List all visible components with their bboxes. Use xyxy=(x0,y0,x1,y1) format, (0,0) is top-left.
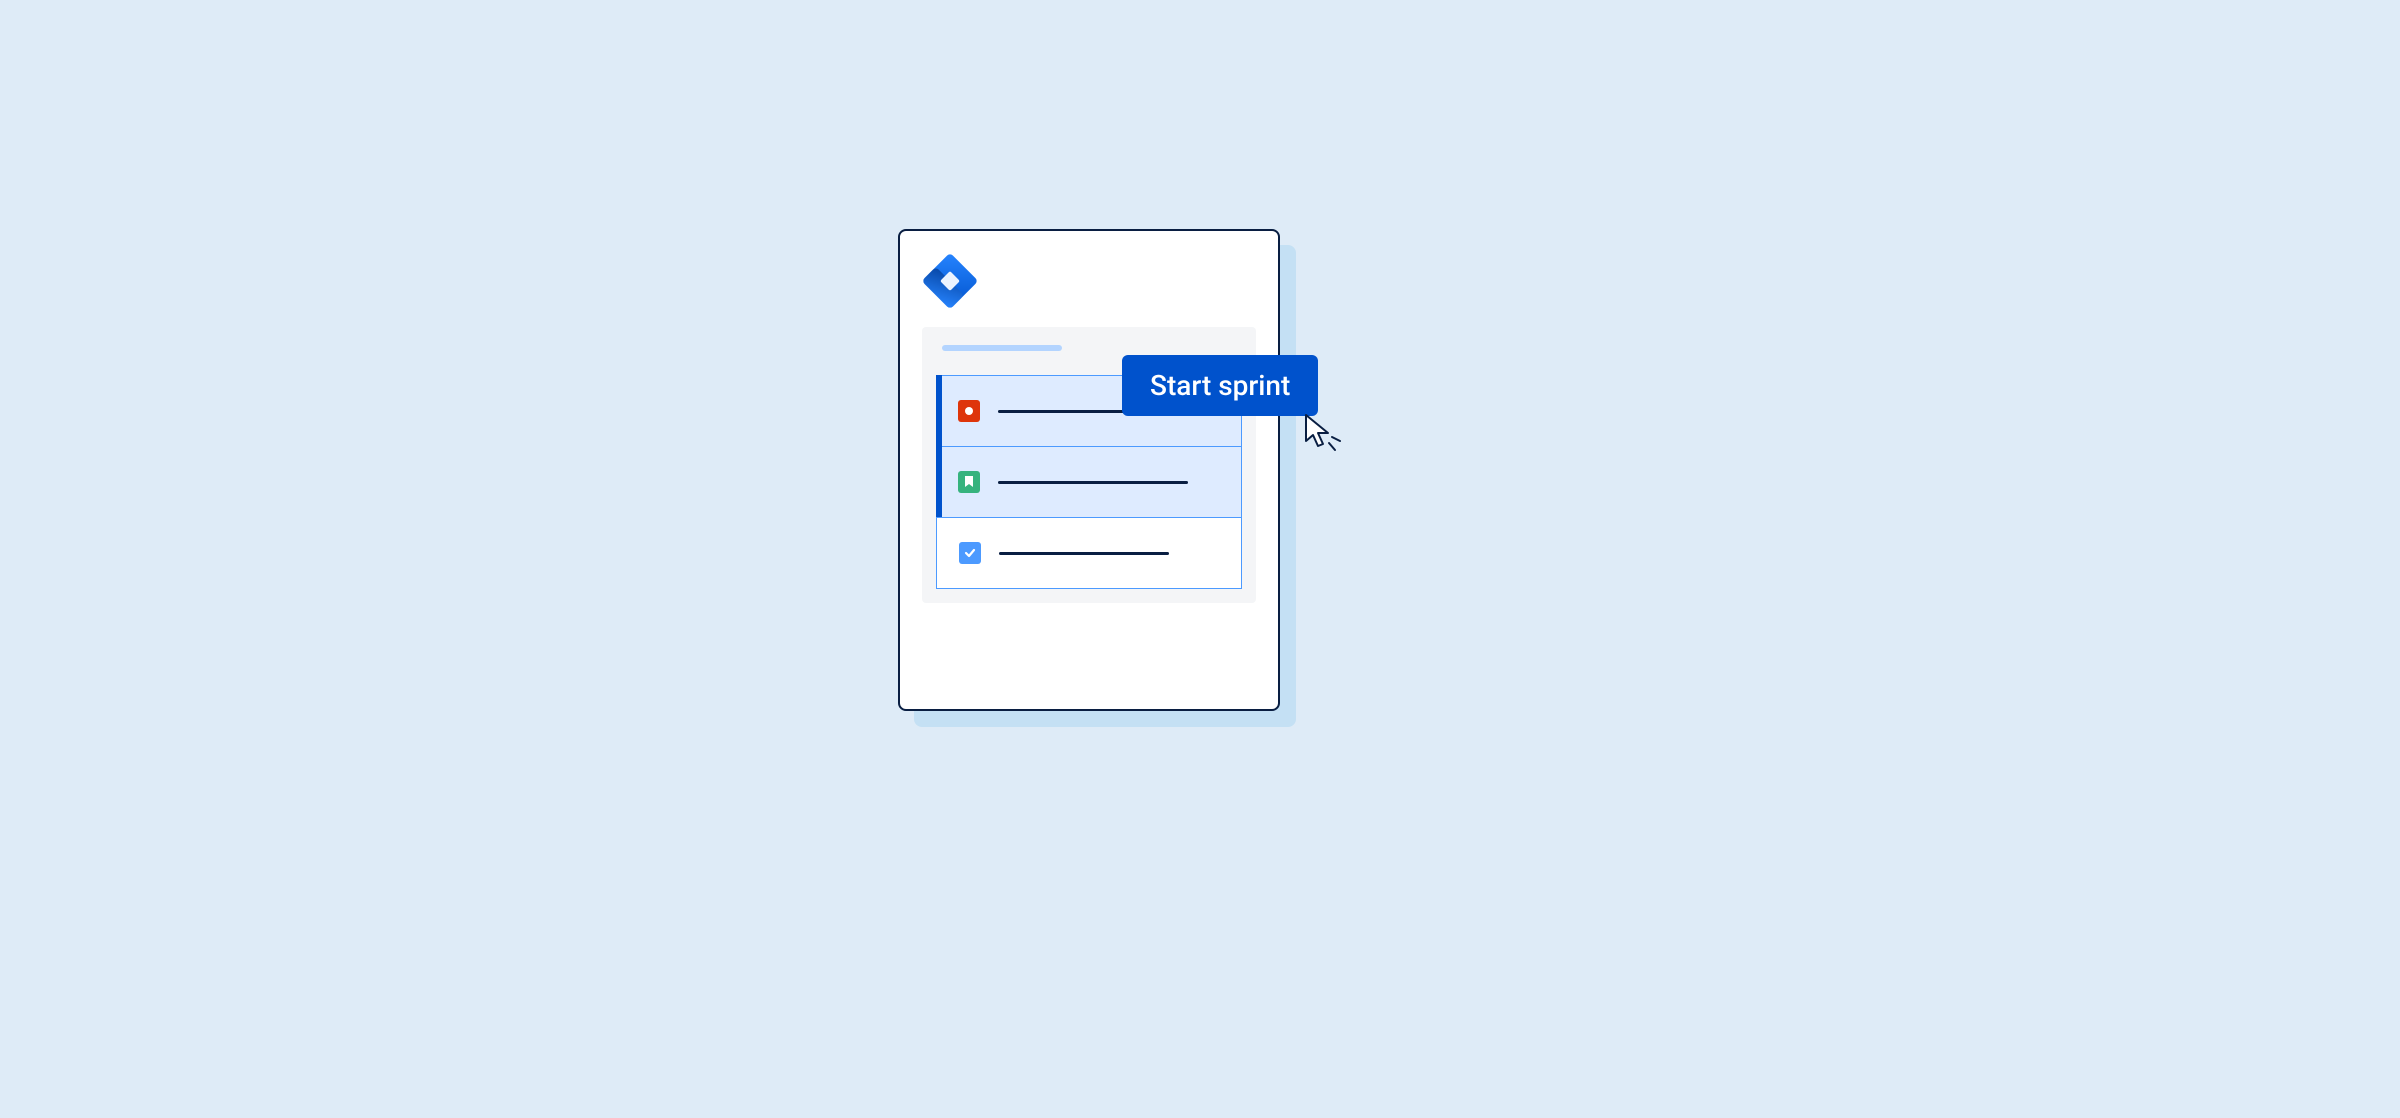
issue-text-placeholder xyxy=(998,481,1188,484)
illustration-stage: Start sprint xyxy=(680,209,1720,909)
sprint-card xyxy=(898,229,1280,711)
bug-icon xyxy=(958,400,980,422)
issue-text-placeholder xyxy=(998,410,1138,413)
story-icon xyxy=(958,471,980,493)
start-sprint-button-label: Start sprint xyxy=(1150,369,1290,402)
issue-text-placeholder xyxy=(999,552,1169,555)
cursor-click-icon xyxy=(1302,413,1346,457)
sprint-title-placeholder xyxy=(942,345,1062,351)
jira-logo-icon xyxy=(922,253,978,309)
task-icon xyxy=(959,542,981,564)
issue-row[interactable] xyxy=(936,446,1242,518)
start-sprint-button[interactable]: Start sprint xyxy=(1122,355,1318,416)
issue-row[interactable] xyxy=(936,517,1242,589)
